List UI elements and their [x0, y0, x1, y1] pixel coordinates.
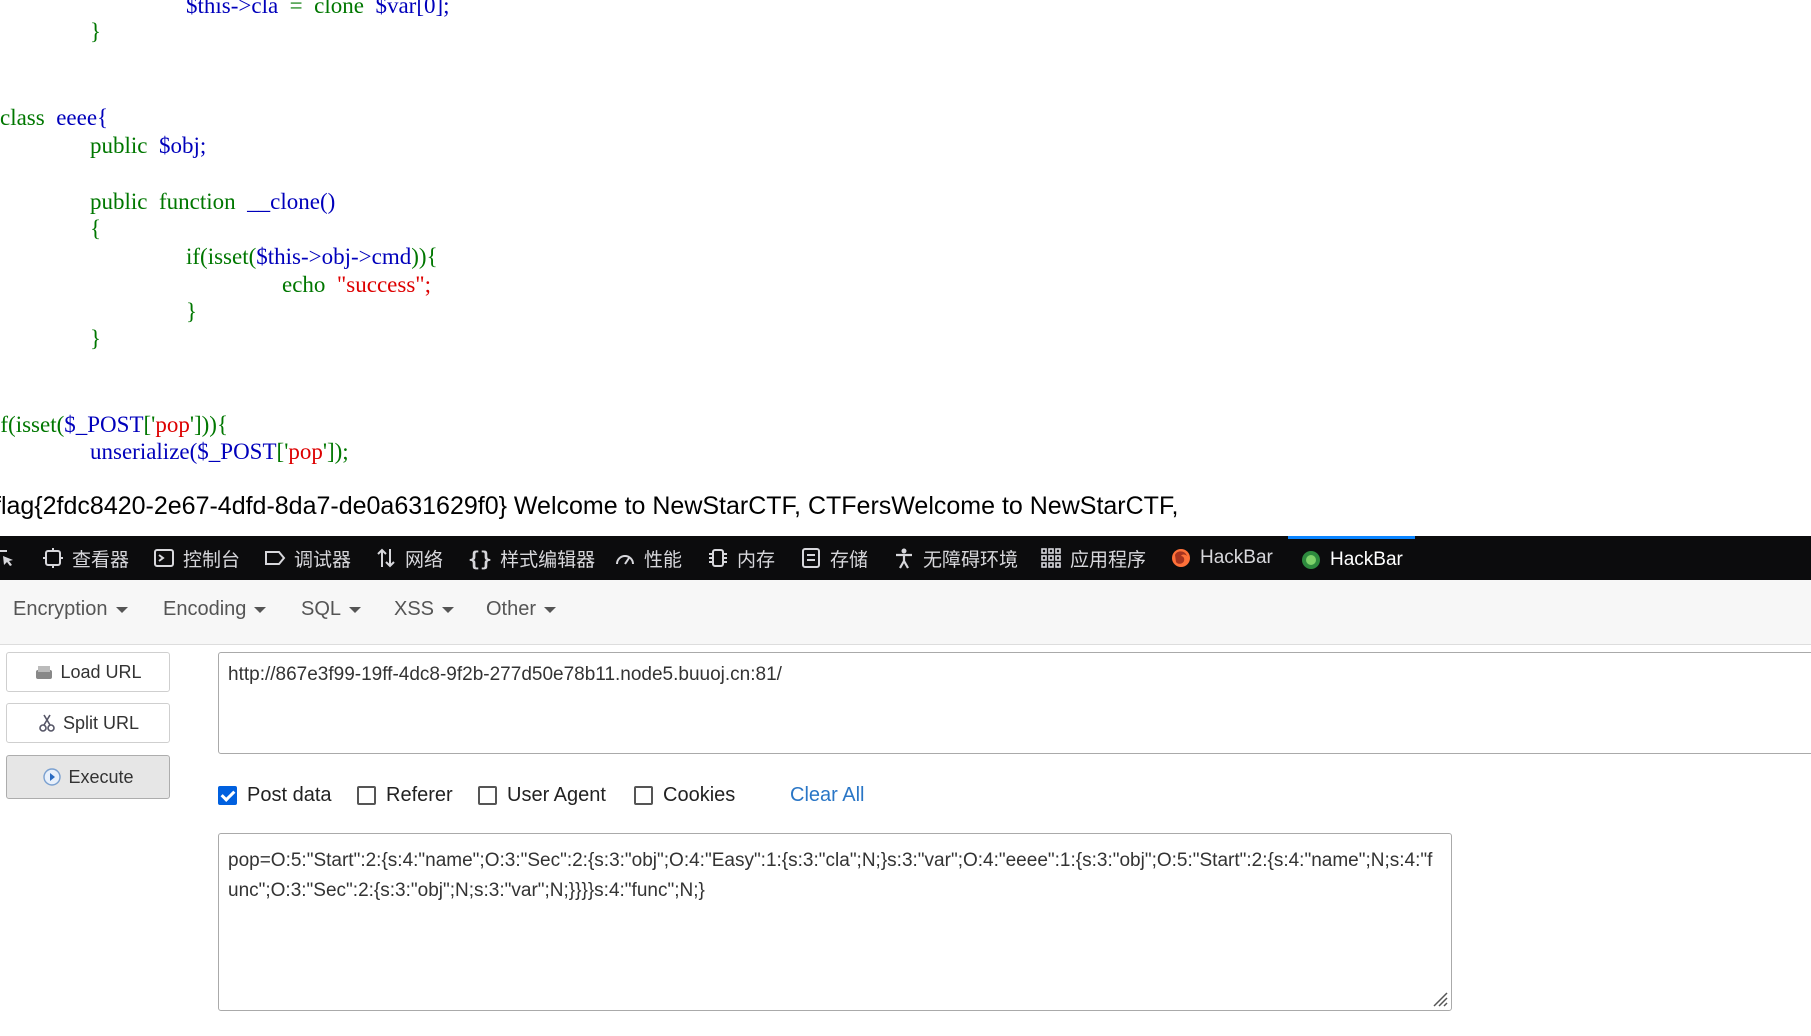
- referer-checkbox[interactable]: Referer: [357, 784, 453, 807]
- caret-down-icon: [442, 606, 455, 613]
- checkbox-unchecked-icon: [634, 786, 653, 805]
- url-field[interactable]: http://867e3f99-19ff-4dc8-9f2b-277d50e78…: [218, 652, 1811, 754]
- tab-style-editor[interactable]: {} 样式编辑器: [468, 536, 595, 580]
- resize-grip-icon[interactable]: [1430, 989, 1448, 1007]
- code-line: }: [90, 326, 102, 351]
- load-icon: [36, 666, 53, 679]
- menu-xss[interactable]: XSS: [394, 598, 455, 621]
- gauge-icon: [616, 555, 634, 565]
- post-data-checkbox[interactable]: Post data: [218, 784, 332, 807]
- load-url-button[interactable]: Load URL: [6, 652, 170, 692]
- network-icon: [377, 548, 395, 568]
- menu-encryption[interactable]: Encryption: [13, 598, 128, 621]
- grid-icon: [1041, 548, 1061, 568]
- menu-sql[interactable]: SQL: [301, 598, 362, 621]
- code-line: class eeee{: [0, 105, 109, 130]
- code-line: public $obj;: [90, 133, 207, 158]
- checkbox-unchecked-icon: [357, 786, 376, 805]
- tab-performance[interactable]: 性能: [614, 536, 682, 580]
- tab-accessibility[interactable]: 无障碍环境: [893, 536, 1018, 580]
- checkbox-checked-icon: [218, 786, 237, 805]
- element-picker-icon[interactable]: [0, 536, 24, 580]
- tab-console[interactable]: 控制台: [153, 536, 240, 580]
- storage-icon: [802, 548, 820, 568]
- code-line: unserialize($_POST['pop']);: [90, 439, 349, 464]
- debugger-icon: [265, 551, 286, 565]
- tab-storage[interactable]: 存储: [800, 536, 868, 580]
- code-line: }: [186, 299, 198, 324]
- caret-down-icon: [254, 606, 267, 613]
- code-line: if(isset($_POST['pop'])){: [0, 412, 228, 437]
- caret-down-icon: [115, 606, 128, 613]
- user-agent-checkbox[interactable]: User Agent: [478, 784, 606, 807]
- tab-hackbar-firefox[interactable]: HackBar: [1170, 536, 1273, 580]
- checkbox-unchecked-icon: [478, 786, 497, 805]
- code-line: echo "success";: [282, 272, 432, 297]
- console-icon: [154, 549, 174, 567]
- devtools-toolbar: 查看器 控制台 调试器 网络 {} 样式编辑器 性能 内存 存储 无障碍环境 应…: [0, 536, 1811, 580]
- code-line: }: [90, 19, 102, 44]
- cookies-checkbox[interactable]: Cookies: [634, 784, 735, 807]
- tab-application[interactable]: 应用程序: [1040, 536, 1146, 580]
- hackbar-icon: [1302, 550, 1320, 569]
- post-data-textarea[interactable]: pop=O:5:"Start":2:{s:4:"name";O:3:"Sec":…: [218, 833, 1452, 1011]
- caret-down-icon: [544, 606, 557, 613]
- code-line: public function __clone(): [90, 189, 336, 214]
- tab-memory[interactable]: 内存: [707, 536, 775, 580]
- tab-debugger[interactable]: 调试器: [264, 536, 351, 580]
- accessibility-icon: [896, 548, 912, 569]
- tab-hackbar-active[interactable]: HackBar: [1288, 536, 1415, 580]
- tab-inspector[interactable]: 查看器: [42, 536, 129, 580]
- php-source-listing: $this->cla = clone $var[0]; } | class ee…: [0, 0, 1811, 470]
- play-icon: [43, 768, 62, 786]
- firefox-icon: [1172, 549, 1190, 567]
- menu-encoding[interactable]: Encoding: [163, 598, 267, 621]
- inspector-icon: [43, 548, 63, 568]
- menu-other[interactable]: Other: [486, 598, 557, 621]
- hackbar-menubar: Encryption Encoding SQL XSS Other: [0, 580, 1811, 645]
- code-line: {: [90, 216, 102, 241]
- execute-button[interactable]: Execute: [6, 755, 170, 799]
- flag-output-text: flag{2fdc8420-2e67-4dfd-8da7-de0a631629f…: [0, 492, 1179, 520]
- tab-network[interactable]: 网络: [375, 536, 443, 580]
- scissors-icon: [39, 714, 55, 732]
- clear-all-link[interactable]: Clear All: [790, 784, 864, 807]
- post-data-text: pop=O:5:"Start":2:{s:4:"name";O:3:"Sec":…: [228, 850, 1433, 901]
- code-line: $this->cla = clone $var[0];: [186, 0, 450, 18]
- code-line: if(isset($this->obj->cmd)){: [186, 244, 438, 269]
- caret-down-icon: [349, 606, 362, 613]
- braces-icon: {}: [468, 547, 493, 571]
- split-url-button[interactable]: Split URL: [6, 703, 170, 743]
- chip-icon: [709, 549, 727, 567]
